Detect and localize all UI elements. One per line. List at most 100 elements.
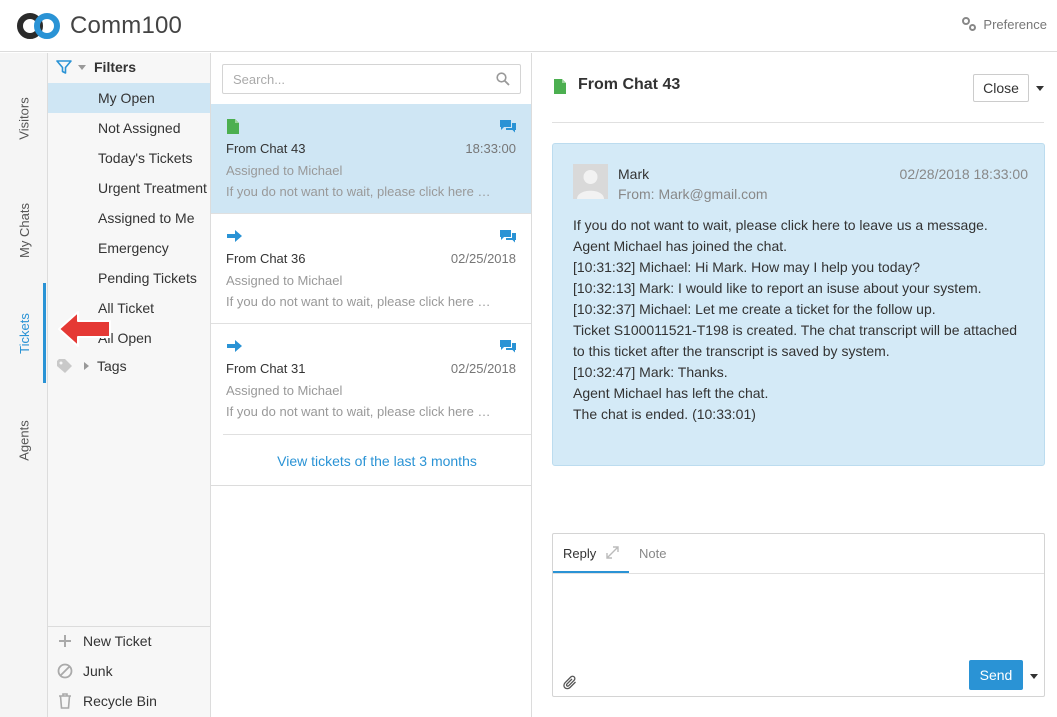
message-line: [10:32:47] Mark: Thanks.: [573, 364, 728, 380]
junk-label: Junk: [83, 663, 113, 679]
tab-visitors[interactable]: Visitors: [0, 73, 48, 163]
arrow-right-icon: [227, 340, 242, 352]
new-ticket-label: New Ticket: [83, 633, 152, 649]
paperclip-icon[interactable]: [563, 675, 578, 690]
ticket-snippet: If you do not want to wait, please click…: [226, 184, 491, 199]
tags-label: Tags: [97, 358, 127, 374]
bottom-actions: New Ticket Junk Recycle Bin: [48, 626, 210, 717]
ticket-item[interactable]: From Chat 36 02/25/2018 Assigned to Mich…: [211, 214, 531, 324]
expand-icon[interactable]: [606, 546, 619, 559]
plus-icon: [56, 634, 74, 648]
caret-down-icon: [78, 64, 86, 70]
trash-icon: [56, 693, 74, 709]
tab-reply[interactable]: Reply: [563, 546, 596, 561]
message-line: Ticket S100011521-T198 is created. The c…: [573, 322, 1018, 338]
filter-my-open[interactable]: My Open: [48, 83, 210, 113]
message-line: [10:32:37] Michael: Let me create a tick…: [573, 301, 936, 317]
reply-box: Reply Note Send: [552, 533, 1045, 697]
filter-todays-tickets[interactable]: Today's Tickets: [48, 143, 210, 173]
ticket-assignee: Assigned to Michael: [226, 383, 343, 398]
ticket-list-panel: From Chat 43 18:33:00 Assigned to Michae…: [211, 53, 532, 717]
tags-group[interactable]: Tags: [56, 358, 127, 374]
detail-header: From Chat 43: [552, 53, 1044, 123]
page-title: From Chat 43: [578, 76, 681, 93]
recycle-bin-button[interactable]: Recycle Bin: [56, 693, 157, 709]
avatar: [573, 164, 608, 199]
ticket-title: From Chat 31: [226, 361, 306, 376]
tab-my-chats[interactable]: My Chats: [0, 173, 48, 288]
ticket-detail-panel: From Chat 43 Close Mark From: Mark@gmail…: [532, 53, 1057, 717]
close-dropdown-icon[interactable]: [1036, 86, 1044, 91]
message-line: The chat is ended. (10:33:01): [573, 406, 756, 422]
chat-icon: [500, 120, 516, 133]
search-icon[interactable]: [496, 72, 510, 86]
new-ticket-button[interactable]: New Ticket: [56, 633, 151, 649]
sender-email: From: Mark@gmail.com: [618, 186, 768, 202]
message-line: Agent Michael has joined the chat.: [573, 238, 788, 254]
filter-icon: [56, 60, 72, 74]
tag-icon: [57, 359, 72, 373]
preference-label: Preference: [983, 16, 1047, 32]
ticket-time: 02/25/2018: [450, 361, 516, 376]
tab-agents[interactable]: Agents: [0, 398, 48, 483]
ticket-snippet: If you do not want to wait, please click…: [226, 294, 491, 309]
filters-panel: Filters My Open Not Assigned Today's Tic…: [48, 53, 211, 717]
send-button[interactable]: Send: [969, 660, 1023, 690]
search-box: [222, 64, 521, 94]
recycle-bin-label: Recycle Bin: [83, 693, 157, 709]
reply-tabs: Reply Note: [553, 534, 1044, 574]
caret-right-icon: [84, 362, 89, 370]
filter-emergency[interactable]: Emergency: [48, 233, 210, 263]
message-date: 02/28/2018 18:33:00: [899, 166, 1028, 182]
message-line: [10:32:13] Mark: I would like to report …: [573, 280, 982, 296]
gear-icon: [962, 17, 977, 31]
message-body: If you do not want to wait, please click…: [573, 215, 1033, 425]
ticket-item[interactable]: From Chat 31 02/25/2018 Assigned to Mich…: [211, 324, 531, 434]
ticket-item[interactable]: From Chat 43 18:33:00 Assigned to Michae…: [211, 104, 531, 214]
tab-tickets-label: Tickets: [16, 312, 32, 354]
send-dropdown-icon[interactable]: [1030, 674, 1038, 679]
message-line: Agent Michael has left the chat.: [573, 385, 769, 401]
message-card: Mark From: Mark@gmail.com 02/28/2018 18:…: [552, 143, 1045, 466]
filter-not-assigned[interactable]: Not Assigned: [48, 113, 210, 143]
message-line: to this ticket after the transcript is s…: [573, 343, 890, 359]
ticket-time: 18:33:00: [465, 141, 516, 156]
ticket-title: From Chat 43: [226, 141, 306, 156]
vertical-nav: Visitors My Chats Tickets Agents: [0, 53, 48, 717]
ticket-assignee: Assigned to Michael: [226, 163, 343, 178]
ticket-title: From Chat 36: [226, 251, 306, 266]
brand-name: Comm100: [70, 12, 183, 39]
filters-header[interactable]: Filters: [56, 59, 136, 75]
sender-name: Mark: [618, 166, 650, 182]
tab-visitors-label: Visitors: [16, 96, 32, 140]
filter-pending-tickets[interactable]: Pending Tickets: [48, 263, 210, 293]
preference-link[interactable]: Preference: [961, 16, 1047, 32]
junk-button[interactable]: Junk: [56, 663, 113, 679]
filter-assigned-to-me[interactable]: Assigned to Me: [48, 203, 210, 233]
filters-title: Filters: [94, 59, 137, 75]
tab-my-chats-label: My Chats: [16, 203, 32, 258]
filter-urgent-treatment[interactable]: Urgent Treatment: [48, 173, 210, 203]
tab-note[interactable]: Note: [639, 546, 666, 561]
ticket-snippet: If you do not want to wait, please click…: [226, 404, 491, 419]
logo: Comm100: [16, 10, 182, 42]
ticket-time: 02/25/2018: [450, 251, 516, 266]
search-input[interactable]: [223, 65, 483, 93]
arrow-right-icon: [227, 230, 242, 242]
document-icon: [227, 119, 239, 134]
tab-tickets[interactable]: Tickets: [0, 283, 48, 383]
message-line: If you do not want to wait, please click…: [573, 217, 988, 233]
view-more-link[interactable]: View tickets of the last 3 months: [223, 434, 531, 487]
message-line: [10:31:32] Michael: Hi Mark. How may I h…: [573, 259, 921, 275]
active-tab-indicator: [553, 571, 629, 573]
chat-icon: [500, 230, 516, 243]
document-icon: [554, 79, 566, 94]
chat-icon: [500, 340, 516, 353]
close-button[interactable]: Close: [973, 74, 1029, 102]
pointer-arrow-icon: [58, 311, 111, 347]
logo-icon: [17, 13, 60, 39]
top-header: Comm100 Preference: [0, 0, 1057, 52]
tab-agents-label: Agents: [16, 420, 32, 461]
block-icon: [56, 663, 74, 679]
divider: [211, 485, 531, 486]
